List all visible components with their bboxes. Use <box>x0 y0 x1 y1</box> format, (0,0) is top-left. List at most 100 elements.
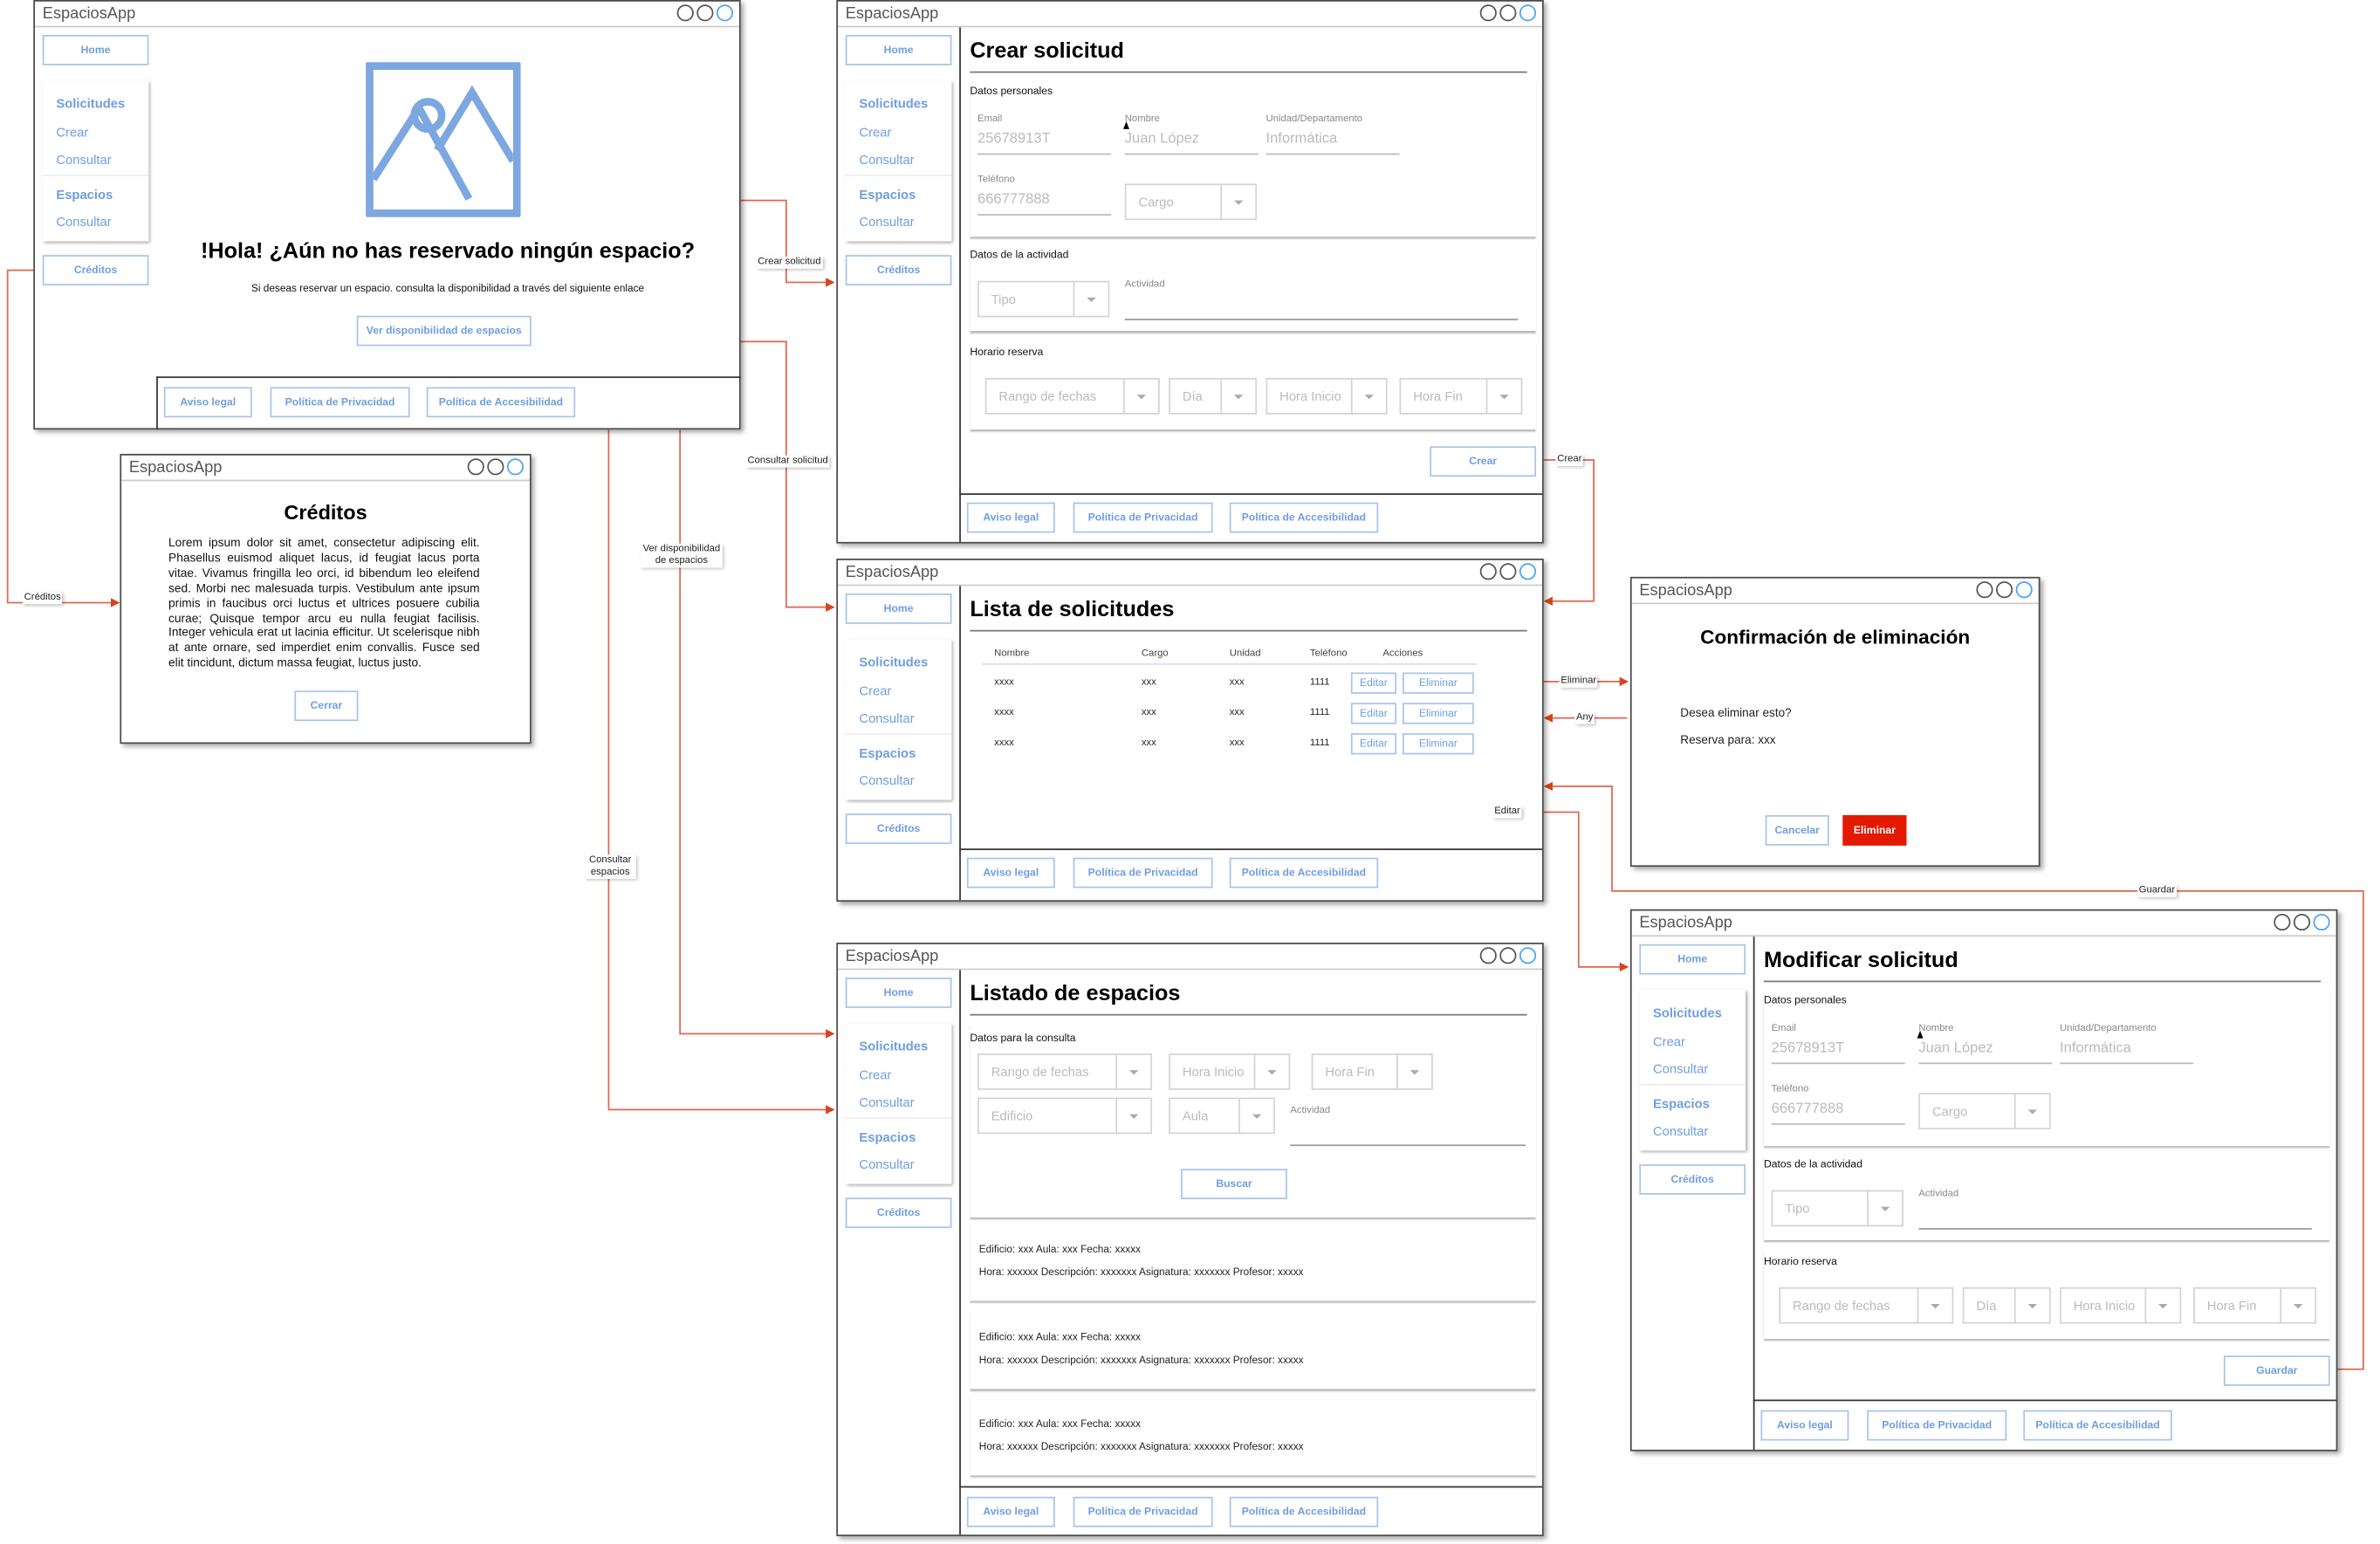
dia-select[interactable]: Día <box>1169 378 1258 415</box>
nav-item-consultar-espacios[interactable]: Consultar <box>859 772 914 787</box>
editar-button[interactable]: Editar <box>1350 672 1397 694</box>
privacidad-button[interactable]: Política de Privacidad <box>1867 1410 2007 1441</box>
tipo-select[interactable]: Tipo <box>1771 1190 1903 1227</box>
crear-button[interactable]: Crear <box>1430 446 1537 477</box>
accesibilidad-button[interactable]: Política de Accesibilidad <box>1229 857 1379 889</box>
window-circle-icon[interactable] <box>1479 563 1497 580</box>
window-circle-icon[interactable] <box>487 458 504 476</box>
window-circle-icon[interactable] <box>2015 581 2033 599</box>
ver-disponibilidad-button[interactable]: Ver disponibilidad de espacios <box>356 315 532 347</box>
home-button[interactable]: Home <box>845 594 952 624</box>
nav-item-consultar-solicitudes[interactable]: Consultar <box>859 710 914 725</box>
privacidad-button[interactable]: Política de Privacidad <box>1073 502 1213 533</box>
creditos-button[interactable]: Créditos <box>42 255 149 285</box>
eliminar-button[interactable]: Eliminar <box>1403 703 1474 724</box>
window-circle-icon[interactable] <box>506 458 525 476</box>
accesibilidad-button[interactable]: Política de Accesibilidad <box>1229 1496 1379 1527</box>
privacidad-button[interactable]: Política de Privacidad <box>1073 1496 1213 1527</box>
window-circle-icon[interactable] <box>676 4 694 22</box>
window-circle-icon[interactable] <box>696 4 714 22</box>
hora-fin-select[interactable]: Hora Fin <box>1399 378 1523 415</box>
creditos-button[interactable]: Créditos <box>845 813 952 844</box>
cargo-select[interactable]: Cargo <box>1124 183 1258 221</box>
edificio-select[interactable]: Edificio <box>977 1097 1153 1135</box>
nav-item-consultar-solicitudes[interactable]: Consultar <box>56 152 111 167</box>
home-button[interactable]: Home <box>42 35 149 65</box>
nav-item-consultar-espacios[interactable]: Consultar <box>56 214 111 229</box>
window-circle-icon[interactable] <box>1479 947 1497 964</box>
email-field[interactable]: 25678913T <box>977 131 1051 148</box>
window-circle-icon[interactable] <box>1499 947 1517 964</box>
eliminar-button[interactable]: Eliminar <box>1403 733 1474 755</box>
nav-item-consultar-solicitudes[interactable]: Consultar <box>1653 1061 1708 1076</box>
window-circle-icon[interactable] <box>2274 913 2291 931</box>
buscar-button[interactable]: Buscar <box>1181 1169 1287 1199</box>
nav-item-consultar-solicitudes[interactable]: Consultar <box>859 152 914 167</box>
nav-item-crear[interactable]: Crear <box>859 1067 891 1082</box>
dia-select[interactable]: Día <box>1962 1287 2051 1324</box>
aviso-legal-button[interactable]: Aviso legal <box>966 1496 1055 1527</box>
tipo-select[interactable]: Tipo <box>977 280 1110 318</box>
privacidad-button[interactable]: Política de Privacidad <box>1073 857 1213 889</box>
aviso-legal-button[interactable]: Aviso legal <box>1760 1410 1849 1441</box>
window-circle-icon[interactable] <box>2313 913 2330 931</box>
window-circle-icon[interactable] <box>2293 913 2311 931</box>
nav-item-crear[interactable]: Crear <box>56 125 88 140</box>
eliminar-button[interactable]: Eliminar <box>1403 672 1474 694</box>
hora-fin-select[interactable]: Hora Fin <box>1311 1053 1433 1090</box>
nav-item-consultar-espacios[interactable]: Consultar <box>859 214 914 229</box>
creditos-button[interactable]: Créditos <box>845 1197 952 1229</box>
telefono-field[interactable]: 666777888 <box>977 191 1050 208</box>
cargo-select[interactable]: Cargo <box>1918 1093 2051 1129</box>
eliminar-confirm-button[interactable]: Eliminar <box>1842 814 1907 846</box>
window-circle-icon[interactable] <box>1499 4 1517 22</box>
cerrar-button[interactable]: Cerrar <box>294 690 359 722</box>
hora-inicio-select[interactable]: Hora Inicio <box>1169 1053 1291 1090</box>
window-circle-icon[interactable] <box>1499 563 1517 580</box>
hora-inicio-select[interactable]: Hora Inicio <box>1265 378 1388 415</box>
aviso-legal-button[interactable]: Aviso legal <box>163 387 252 418</box>
aviso-legal-button[interactable]: Aviso legal <box>966 857 1055 889</box>
hora-inicio-select[interactable]: Hora Inicio <box>2060 1287 2182 1324</box>
aviso-legal-button[interactable]: Aviso legal <box>966 502 1055 533</box>
creditos-button[interactable]: Créditos <box>1639 1163 1746 1195</box>
editar-button[interactable]: Editar <box>1350 703 1397 724</box>
nav-item-consultar-espacios[interactable]: Consultar <box>859 1156 914 1171</box>
cancelar-button[interactable]: Cancelar <box>1765 814 1829 846</box>
actividad-field[interactable] <box>1918 1228 2312 1230</box>
window-circle-icon[interactable] <box>467 458 484 476</box>
accesibilidad-button[interactable]: Política de Accesibilidad <box>1229 502 1379 533</box>
accesibilidad-button[interactable]: Política de Accesibilidad <box>426 387 576 418</box>
nav-item-consultar-espacios[interactable]: Consultar <box>1653 1123 1708 1138</box>
editar-button[interactable]: Editar <box>1350 733 1397 755</box>
nombre-field[interactable]: Juan López <box>1125 131 1199 148</box>
accesibilidad-button[interactable]: Política de Accesibilidad <box>2023 1410 2172 1441</box>
rango-fechas-select[interactable]: Rango de fechas <box>1779 1287 1954 1324</box>
nav-item-crear[interactable]: Crear <box>859 125 891 140</box>
nombre-field[interactable]: Juan López <box>1918 1040 1992 1056</box>
window-circle-icon[interactable] <box>716 4 734 22</box>
home-button[interactable]: Home <box>845 978 952 1008</box>
guardar-button[interactable]: Guardar <box>2223 1355 2330 1386</box>
aula-select[interactable]: Aula <box>1169 1097 1275 1135</box>
window-circle-icon[interactable] <box>1519 4 1537 22</box>
nav-item-crear[interactable]: Crear <box>1653 1033 1685 1048</box>
unidad-field[interactable]: Informática <box>2060 1040 2131 1056</box>
window-circle-icon[interactable] <box>1519 947 1537 964</box>
email-field[interactable]: 25678913T <box>1772 1040 1845 1056</box>
home-button[interactable]: Home <box>1639 944 1746 975</box>
actividad-field[interactable] <box>1124 319 1519 320</box>
rango-fechas-select[interactable]: Rango de fechas <box>984 378 1160 415</box>
rango-fechas-select[interactable]: Rango de fechas <box>977 1053 1153 1090</box>
window-circle-icon[interactable] <box>1976 581 1993 599</box>
home-button[interactable]: Home <box>845 35 952 65</box>
unidad-field[interactable]: Informática <box>1265 131 1337 148</box>
nav-item-consultar-solicitudes[interactable]: Consultar <box>859 1095 914 1109</box>
creditos-button[interactable]: Créditos <box>845 255 952 285</box>
window-circle-icon[interactable] <box>1479 4 1497 22</box>
telefono-field[interactable]: 666777888 <box>1772 1101 1844 1117</box>
nav-item-crear[interactable]: Crear <box>859 683 891 698</box>
window-circle-icon[interactable] <box>1996 581 2013 599</box>
window-circle-icon[interactable] <box>1519 563 1537 580</box>
privacidad-button[interactable]: Política de Privacidad <box>270 387 410 418</box>
